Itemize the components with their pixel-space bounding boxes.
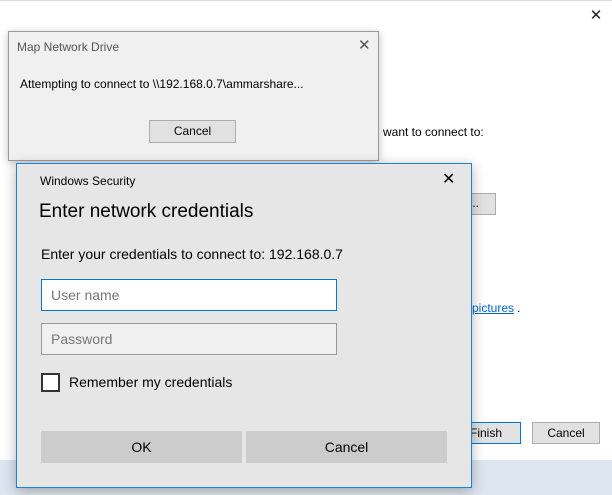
connection-status-message: Attempting to connect to \\192.168.0.7\a…: [20, 77, 304, 91]
window-border: [0, 0, 612, 1]
wizard-cancel-button[interactable]: Cancel: [532, 422, 600, 444]
remember-credentials-label[interactable]: Remember my credentials: [69, 374, 232, 390]
close-icon[interactable]: ✕: [358, 38, 371, 53]
credentials-prompt: Enter your credentials to connect to: 19…: [41, 246, 343, 262]
close-icon[interactable]: ✕: [442, 172, 455, 188]
page-title: Enter network credentials: [39, 201, 254, 222]
link-suffix: .: [517, 301, 521, 315]
remember-credentials-checkbox[interactable]: [41, 373, 60, 392]
cancel-button[interactable]: Cancel: [149, 120, 236, 143]
map-network-drive-dialog: Map Network Drive ✕ Attempting to connec…: [8, 31, 379, 161]
pictures-link[interactable]: pictures: [472, 301, 514, 315]
ok-button[interactable]: OK: [41, 431, 242, 463]
dialog-title: Map Network Drive: [17, 40, 120, 54]
close-icon[interactable]: ✕: [588, 8, 604, 24]
dialog-title: Windows Security: [40, 174, 136, 188]
password-input[interactable]: [41, 323, 337, 355]
windows-security-dialog: Windows Security ✕ Enter network credent…: [16, 163, 472, 488]
cancel-button[interactable]: Cancel: [246, 431, 447, 463]
connect-instruction-text: want to connect to:: [383, 125, 484, 139]
username-input[interactable]: [41, 279, 337, 311]
